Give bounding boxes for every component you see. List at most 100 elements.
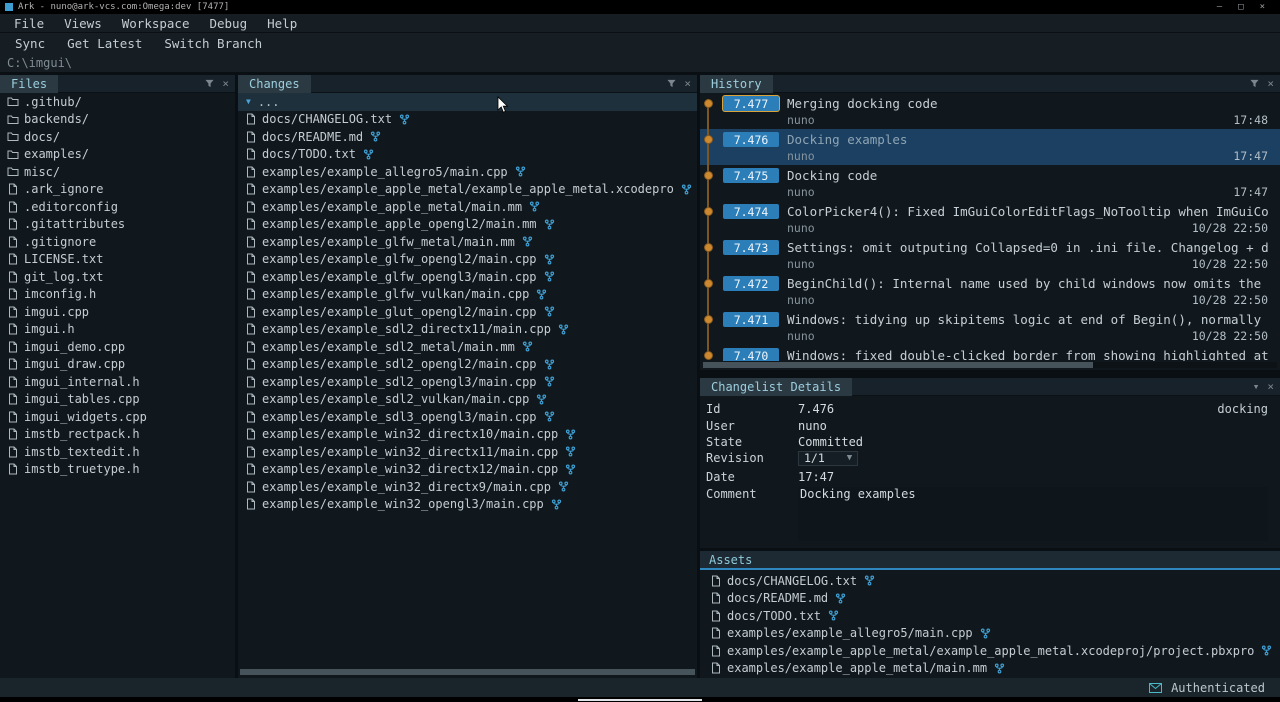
filter-icon[interactable] (205, 79, 214, 88)
toolbar-switch-branch[interactable]: Switch Branch (153, 36, 273, 51)
tab-changes[interactable]: Changes (238, 75, 311, 93)
changed-file-row[interactable]: examples/example_win32_opengl3/main.cpp (238, 496, 697, 514)
files-tree-file[interactable]: .ark_ignore (0, 181, 235, 199)
toolbar-get-latest[interactable]: Get Latest (56, 36, 153, 51)
history-entry[interactable]: 7.475Docking codenuno17:47 (700, 165, 1280, 201)
changed-file-row[interactable]: examples/example_sdl2_metal/main.mm (238, 338, 697, 356)
changes-root-row[interactable]: ▼ ... (238, 93, 697, 111)
files-tree-folder[interactable]: misc/ (0, 163, 235, 181)
toolbar-sync[interactable]: Sync (4, 36, 56, 51)
changed-file-row[interactable]: examples/example_glfw_vulkan/main.cpp (238, 286, 697, 304)
changed-file-row[interactable]: examples/example_apple_metal/main.mm (238, 198, 697, 216)
maximize-icon[interactable]: □ (1238, 0, 1243, 14)
close-panel-icon[interactable]: × (1267, 381, 1274, 392)
changed-file-row[interactable]: examples/example_glfw_opengl2/main.cpp (238, 251, 697, 269)
changed-file-row[interactable]: examples/example_sdl2_opengl3/main.cpp (238, 373, 697, 391)
changed-file-row[interactable]: examples/example_sdl2_vulkan/main.cpp (238, 391, 697, 409)
changeset-badge[interactable]: 7.474 (723, 204, 779, 219)
asset-row[interactable]: examples/example_apple_metal/example_app… (700, 642, 1280, 660)
asset-row[interactable]: examples/example_allegro5/main.cpp (700, 625, 1280, 643)
files-tree-folder[interactable]: .github/ (0, 93, 235, 111)
files-tree-file[interactable]: .gitattributes (0, 216, 235, 234)
close-icon[interactable]: × (1260, 0, 1265, 14)
changed-file-row[interactable]: examples/example_win32_directx9/main.cpp (238, 478, 697, 496)
tab-changelist-details[interactable]: Changelist Details (700, 378, 852, 396)
history-entry[interactable]: 7.470Windows: fixed double-clicked borde… (700, 345, 1280, 361)
close-panel-icon[interactable]: × (1267, 78, 1274, 89)
files-tree-file[interactable]: imgui_demo.cpp (0, 338, 235, 356)
changes-hscrollbar[interactable] (240, 669, 695, 675)
files-tree-folder[interactable]: docs/ (0, 128, 235, 146)
files-tree-folder[interactable]: backends/ (0, 111, 235, 129)
menu-file[interactable]: File (4, 16, 54, 31)
files-tree-file[interactable]: imstb_textedit.h (0, 443, 235, 461)
changeset-badge[interactable]: 7.470 (723, 348, 779, 361)
close-panel-icon[interactable]: × (222, 78, 229, 89)
menu-workspace[interactable]: Workspace (112, 16, 200, 31)
changed-file-row[interactable]: examples/example_apple_metal/example_app… (238, 181, 697, 199)
changeset-badge[interactable]: 7.475 (723, 168, 779, 183)
history-entry[interactable]: 7.477Merging docking codenuno17:48 (700, 93, 1280, 129)
files-tree-file[interactable]: imgui_widgets.cpp (0, 408, 235, 426)
scrollbar-thumb[interactable] (240, 669, 695, 675)
files-tree-file[interactable]: imgui_draw.cpp (0, 356, 235, 374)
files-tree-file[interactable]: imgui_internal.h (0, 373, 235, 391)
scrollbar-thumb[interactable] (703, 362, 1093, 368)
tab-history[interactable]: History (700, 75, 773, 93)
history-entry[interactable]: 7.476Docking examplesnuno17:47 (700, 129, 1280, 165)
filter-icon[interactable] (667, 79, 676, 88)
history-entry[interactable]: 7.471Windows: tidying up skipitems logic… (700, 309, 1280, 345)
history-hscrollbar[interactable] (703, 362, 1277, 368)
chevron-down-icon[interactable]: ▾ (1253, 381, 1260, 392)
history-entry[interactable]: 7.472BeginChild(): Internal name used by… (700, 273, 1280, 309)
changed-file-row[interactable]: examples/example_sdl3_opengl3/main.cpp (238, 408, 697, 426)
files-tree-file[interactable]: imgui.h (0, 321, 235, 339)
files-tree-file[interactable]: imconfig.h (0, 286, 235, 304)
changed-file-row[interactable]: examples/example_glfw_opengl3/main.cpp (238, 268, 697, 286)
menu-help[interactable]: Help (257, 16, 307, 31)
changed-file-row[interactable]: examples/example_glfw_metal/main.mm (238, 233, 697, 251)
files-tree-file[interactable]: imgui_tables.cpp (0, 391, 235, 409)
changed-file-row[interactable]: examples/example_sdl2_opengl2/main.cpp (238, 356, 697, 374)
minimize-icon[interactable]: – (1217, 0, 1222, 14)
files-tree-file[interactable]: LICENSE.txt (0, 251, 235, 269)
changed-file-row[interactable]: docs/CHANGELOG.txt (238, 111, 697, 129)
branch-icon (994, 663, 1005, 674)
menu-debug[interactable]: Debug (199, 16, 257, 31)
changed-file-row[interactable]: examples/example_win32_directx10/main.cp… (238, 426, 697, 444)
files-tree-file[interactable]: imstb_truetype.h (0, 461, 235, 479)
filter-icon[interactable] (1250, 79, 1259, 88)
files-tree-file[interactable]: .gitignore (0, 233, 235, 251)
menu-views[interactable]: Views (54, 16, 112, 31)
changeset-badge[interactable]: 7.471 (723, 312, 779, 327)
revision-dropdown[interactable]: 1/1 ▼ (798, 451, 858, 466)
changed-file-row[interactable]: examples/example_sdl2_directx11/main.cpp (238, 321, 697, 339)
files-tree-file[interactable]: imstb_rectpack.h (0, 426, 235, 444)
changeset-badge[interactable]: 7.477 (723, 96, 779, 111)
files-tree-file[interactable]: imgui.cpp (0, 303, 235, 321)
changed-file-row[interactable]: docs/README.md (238, 128, 697, 146)
changed-file-row[interactable]: examples/example_glut_opengl2/main.cpp (238, 303, 697, 321)
changed-file-row[interactable]: examples/example_allegro5/main.cpp (238, 163, 697, 181)
changed-file-row[interactable]: docs/TODO.txt (238, 146, 697, 164)
asset-row[interactable]: docs/TODO.txt (700, 607, 1280, 625)
history-entry[interactable]: 7.474ColorPicker4(): Fixed ImGuiColorEdi… (700, 201, 1280, 237)
asset-row[interactable]: docs/README.md (700, 590, 1280, 608)
asset-row[interactable]: examples/example_apple_metal/main.mm (700, 660, 1280, 678)
changed-file-row[interactable]: examples/example_apple_opengl2/main.mm (238, 216, 697, 234)
changed-file-row[interactable]: examples/example_win32_directx12/main.cp… (238, 461, 697, 479)
changed-file-row[interactable]: examples/example_win32_directx11/main.cp… (238, 443, 697, 461)
changeset-badge[interactable]: 7.472 (723, 276, 779, 291)
close-panel-icon[interactable]: × (684, 78, 691, 89)
document-icon (243, 288, 258, 300)
comment-field[interactable]: Docking examples (798, 487, 1268, 541)
chevron-down-icon[interactable]: ▼ (246, 97, 251, 106)
changeset-badge[interactable]: 7.473 (723, 240, 779, 255)
files-tree-file[interactable]: git_log.txt (0, 268, 235, 286)
changeset-badge[interactable]: 7.476 (723, 132, 779, 147)
tab-files[interactable]: Files (0, 75, 58, 93)
asset-row[interactable]: docs/CHANGELOG.txt (700, 572, 1280, 590)
files-tree-folder[interactable]: examples/ (0, 146, 235, 164)
files-tree-file[interactable]: .editorconfig (0, 198, 235, 216)
history-entry[interactable]: 7.473Settings: omit outputing Collapsed=… (700, 237, 1280, 273)
